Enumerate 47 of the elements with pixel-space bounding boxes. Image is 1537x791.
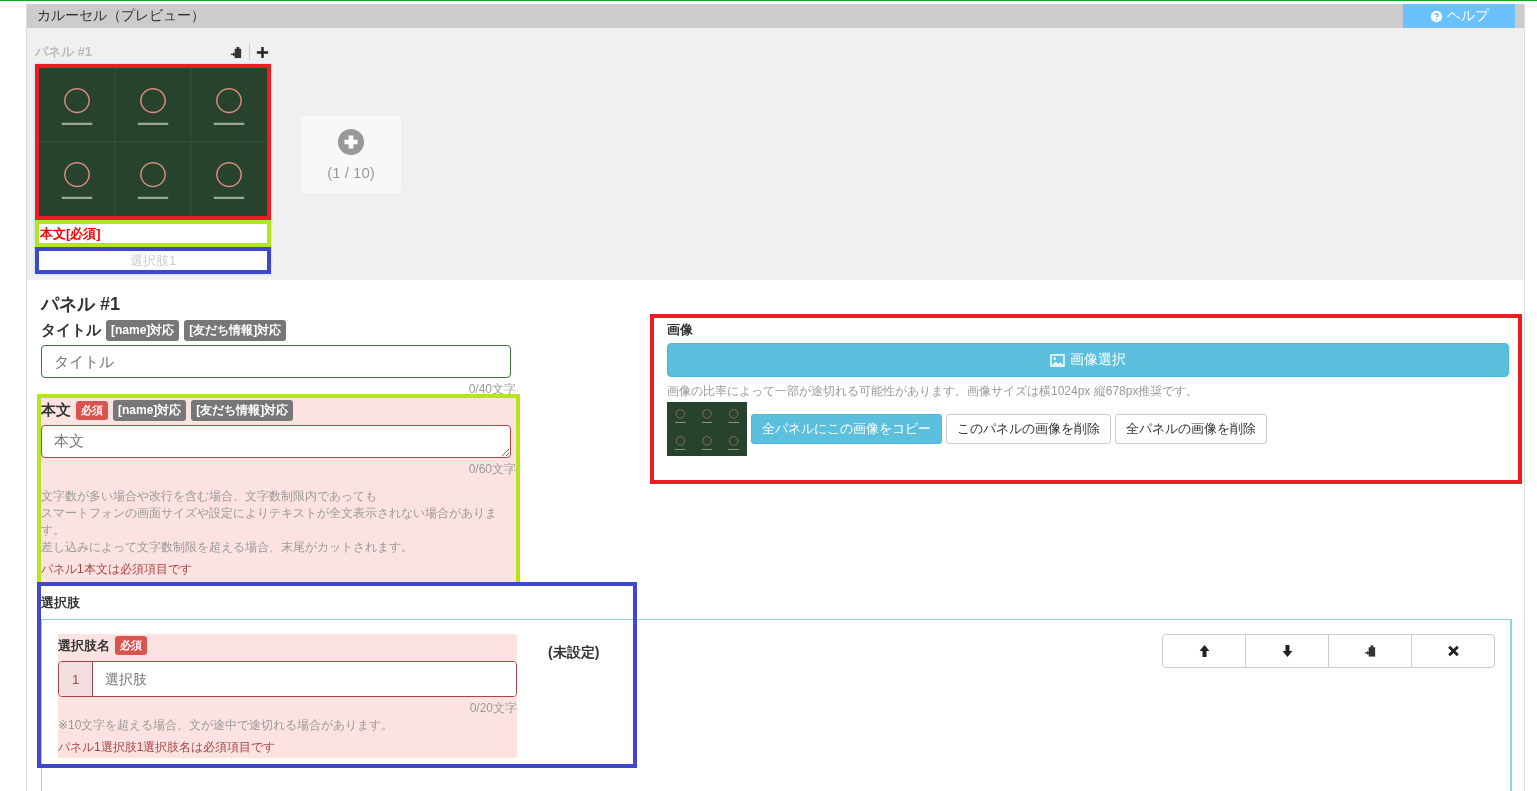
arrow-down-icon — [1280, 644, 1294, 658]
image-action-button[interactable]: 全パネルにこの画像をコピー — [751, 414, 942, 444]
copy-icon — [1363, 644, 1377, 658]
choice-index: 1 — [59, 662, 93, 696]
field-label: 画像 — [667, 321, 694, 339]
delete-button[interactable] — [1411, 634, 1495, 668]
image-select-button[interactable]: 画像選択 — [667, 343, 1509, 377]
hint-text: ※10文字を超える場合、文が途中で途切れる場合があります。 — [58, 717, 395, 734]
required-badge: 必須 — [76, 401, 108, 420]
page-title: カルーセル（プレビュー） — [37, 7, 205, 25]
panel-body-text: 本文[必須] — [40, 225, 102, 242]
body-field[interactable]: 本文 — [41, 425, 511, 458]
tag-label: [友だち情報]対応 — [184, 320, 287, 341]
add-panel-button[interactable]: (1 / 10) — [301, 116, 401, 193]
image-icon — [1050, 353, 1065, 367]
move-down-button[interactable] — [1245, 634, 1329, 668]
choice-name-field[interactable]: 1 選択肢 — [58, 661, 517, 697]
char-counter: 0/60文字 — [467, 461, 516, 478]
panel-heading: パネル #1 — [41, 293, 122, 316]
copy-button[interactable] — [1328, 634, 1412, 668]
close-icon — [1446, 644, 1460, 658]
title-field[interactable]: タイトル — [41, 345, 511, 378]
hint-text: 文字数が多い場合や改行を含む場合、文字数制限内であっても — [41, 488, 378, 505]
tag-label: [name]対応 — [113, 400, 187, 421]
required-badge: 必須 — [115, 636, 147, 655]
arrow-up-icon — [1197, 644, 1211, 658]
add-icon[interactable] — [256, 45, 269, 59]
tag-label: [友だち情報]対応 — [191, 400, 294, 421]
char-counter: 0/40文字 — [467, 381, 516, 398]
add-icon — [337, 128, 365, 156]
error-text: パネル1選択肢1選択肢名は必須項目です — [58, 739, 277, 756]
copy-icon[interactable] — [230, 45, 243, 59]
error-text: パネル1本文は必須項目です — [41, 561, 193, 578]
hint-text: スマートフォンの画面サイズや設定によりテキストが全文表示されない場合があります。 — [41, 505, 498, 539]
image-action-button[interactable]: 全パネルの画像を削除 — [1115, 414, 1267, 444]
hint-text: 画像の比率によって一部が途切れる可能性があります。画像サイズは横1024px 縦678px推奨です。 — [667, 383, 1200, 400]
help-icon — [1429, 9, 1443, 23]
move-up-button[interactable] — [1162, 634, 1246, 668]
image-action-button[interactable]: このパネルの画像を削除 — [946, 414, 1111, 444]
field-label: 選択肢名 — [58, 636, 110, 655]
field-label: 本文 — [41, 401, 71, 420]
char-counter: 0/20文字 — [468, 700, 517, 717]
action-status: (未設定) — [548, 644, 600, 662]
tag-label: [name]対応 — [106, 320, 180, 341]
hint-text: 差し込みによって文字数制限を超える場合、末尾がカットされます。 — [41, 539, 414, 556]
section-label: 選択肢 — [41, 594, 81, 612]
field-label: タイトル — [41, 321, 101, 340]
